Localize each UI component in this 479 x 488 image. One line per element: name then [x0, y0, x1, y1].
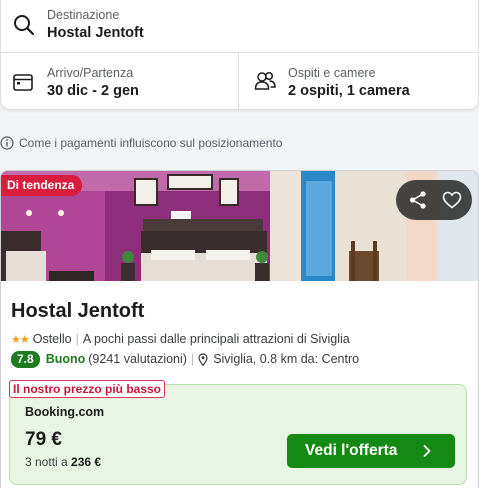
view-deal-label: Vedi l'offerta	[305, 442, 398, 459]
destination-value: Hostal Jentoft	[47, 25, 144, 41]
dates-label: Arrivo/Partenza	[47, 66, 134, 80]
offer-box[interactable]: Booking.com 79 € 3 notti a 236 € Vedi l'…	[9, 384, 467, 485]
guests-label: Ospiti e camere	[288, 66, 376, 80]
favorite-button[interactable]	[436, 184, 468, 216]
review-count: (9241 valutazioni)	[88, 352, 187, 366]
total-price-line: 3 notti a 236 €	[25, 455, 101, 469]
share-icon	[409, 191, 426, 209]
hotel-card: Di tendenza Hostal Jentoft ★★ Ostello | …	[0, 170, 479, 488]
people-icon	[254, 71, 276, 90]
dates-field[interactable]: Arrivo/Partenza 30 dic - 2 gen	[1, 53, 239, 110]
guests-field[interactable]: Ospiti e camere 2 ospiti, 1 camera	[240, 53, 479, 110]
offer-provider: Booking.com	[25, 405, 105, 419]
dates-value: 30 dic - 2 gen	[47, 83, 139, 99]
nights-prefix: 3 notti a	[25, 455, 68, 469]
guests-value: 2 ospiti, 1 camera	[288, 83, 410, 99]
ranking-info-text: Come i pagamenti influiscono sul posizio…	[19, 136, 283, 150]
accommodation-type: Ostello	[32, 332, 72, 346]
offer-price: 79 €	[25, 429, 62, 450]
search-icon	[14, 15, 35, 36]
view-deal-button[interactable]: Vedi l'offerta	[287, 434, 455, 468]
divider: |	[190, 352, 195, 366]
divider: |	[75, 332, 79, 346]
info-icon	[0, 136, 14, 150]
hotel-location: Siviglia, 0.8 km da: Centro	[213, 352, 360, 366]
hotel-meta: ★★ Ostello | A pochi passi dalle princip…	[11, 332, 350, 346]
photo-actions	[396, 180, 472, 220]
destination-field[interactable]: Destinazione Hostal Jentoft	[1, 0, 479, 53]
search-card: Destinazione Hostal Jentoft Arrivo/Parte…	[0, 0, 479, 110]
calendar-icon	[13, 74, 33, 91]
chevron-right-icon	[423, 445, 431, 457]
ranking-info-link[interactable]: Come i pagamenti influiscono sul posizio…	[0, 135, 282, 151]
share-button[interactable]	[402, 184, 434, 216]
rating-word: Buono	[45, 352, 86, 366]
score-badge[interactable]: 7.8	[11, 350, 40, 368]
rating-line: 7.8 Buono (9241 valutazioni) | Siviglia,…	[11, 350, 359, 368]
heart-icon	[442, 191, 462, 209]
lowest-price-tag: Il nostro prezzo più basso	[9, 380, 166, 398]
star-rating-icon: ★★	[11, 333, 30, 346]
nights-total: 236 €	[71, 455, 102, 469]
hotel-description: A pochi passi dalle principali attrazion…	[82, 332, 350, 346]
trending-badge: Di tendenza	[1, 175, 83, 196]
destination-label: Destinazione	[47, 8, 120, 22]
hotel-name[interactable]: Hostal Jentoft	[11, 300, 144, 323]
location-pin-icon	[198, 352, 208, 366]
